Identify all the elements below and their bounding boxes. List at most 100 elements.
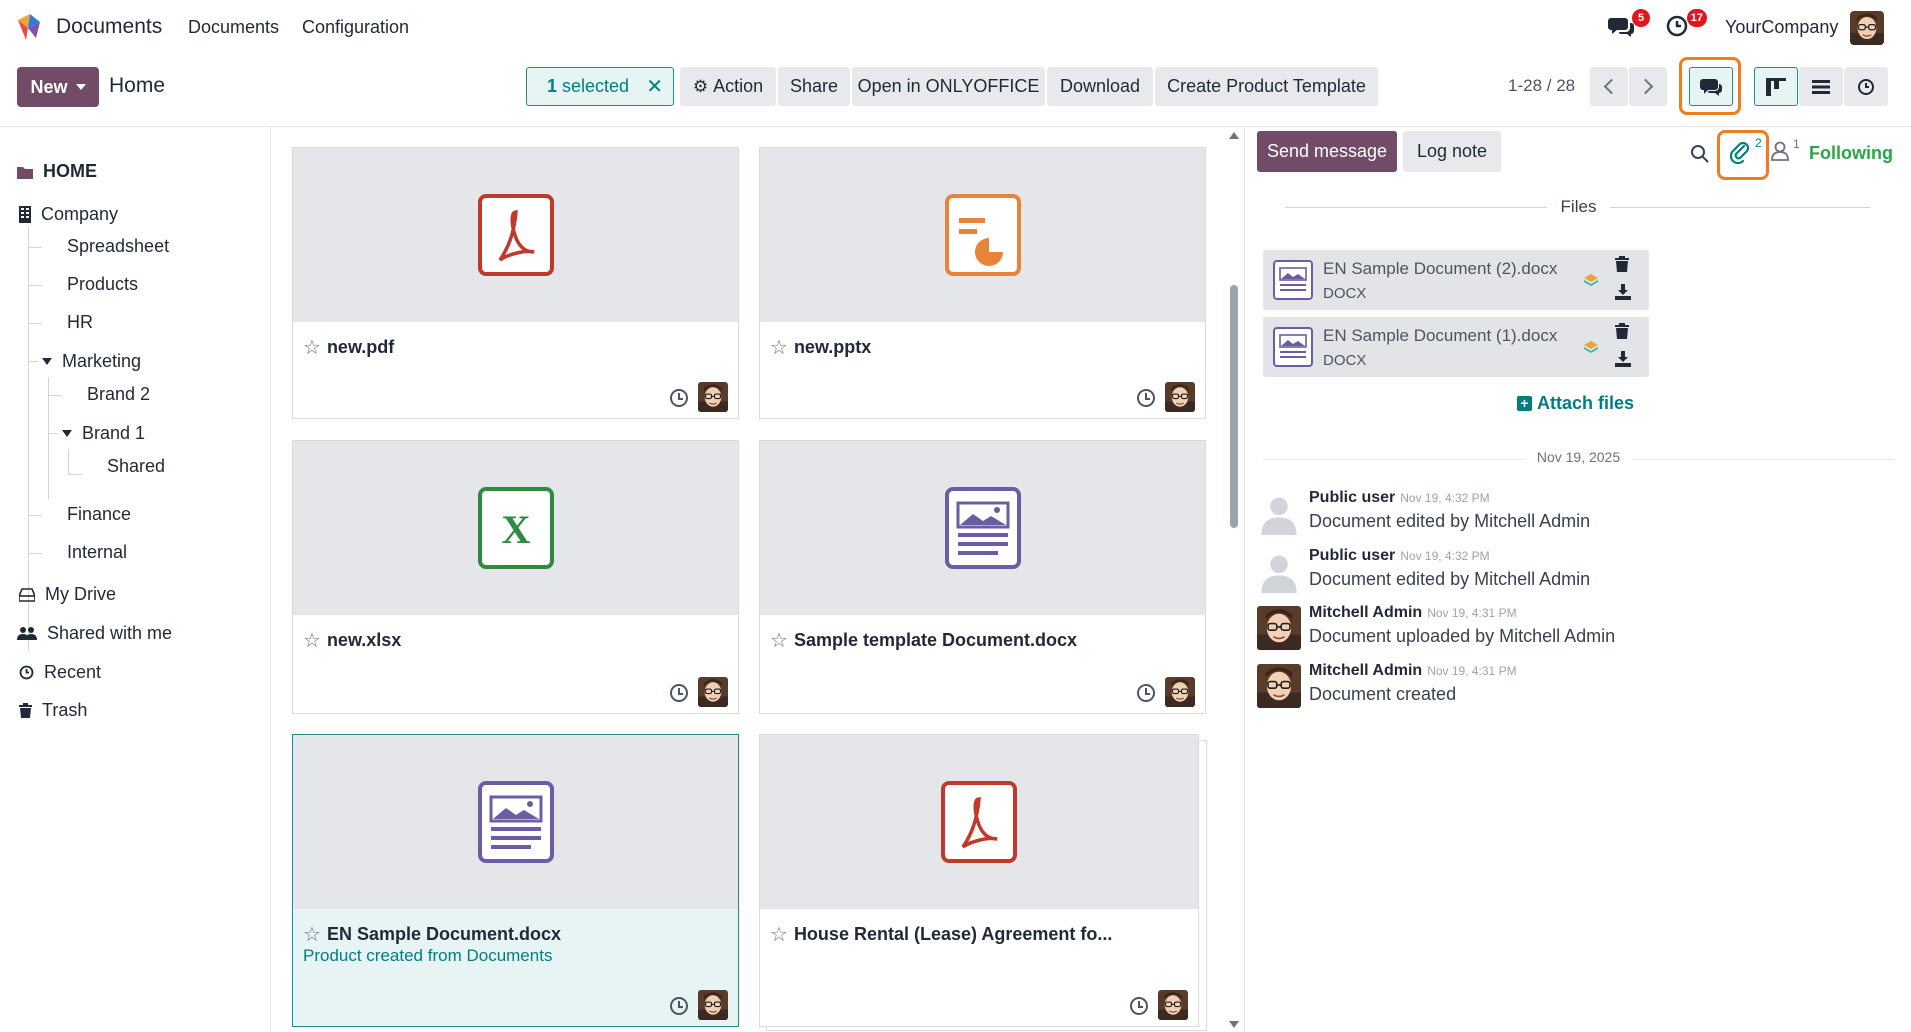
activity-view-button[interactable] bbox=[1844, 67, 1888, 106]
sidebar-item-brand2[interactable]: Brand 2 bbox=[87, 384, 150, 405]
app-name[interactable]: Documents bbox=[56, 15, 162, 39]
activity-clock-icon[interactable] bbox=[1137, 389, 1155, 407]
pager-next-button[interactable] bbox=[1629, 67, 1667, 106]
sidebar-item-brand1[interactable]: Brand 1 bbox=[62, 423, 145, 444]
open-onlyoffice-button[interactable]: Open in ONLYOFFICE bbox=[852, 67, 1045, 106]
document-name[interactable]: ☆ House Rental (Lease) Agreement fo... bbox=[770, 922, 1112, 947]
document-name[interactable]: ☆ Sample template Document.docx bbox=[770, 628, 1077, 653]
attach-files-button[interactable]: + Attach files bbox=[1517, 393, 1634, 414]
sidebar-item-finance[interactable]: Finance bbox=[67, 504, 131, 525]
attachment-card[interactable]: EN Sample Document (1).docx DOCX bbox=[1263, 317, 1649, 377]
following-button[interactable]: Following bbox=[1809, 143, 1893, 164]
caret-down-icon[interactable] bbox=[42, 358, 52, 365]
pdf-file-icon bbox=[941, 781, 1017, 863]
create-product-template-button[interactable]: Create Product Template bbox=[1155, 67, 1378, 106]
search-icon[interactable] bbox=[1690, 144, 1710, 164]
grid-scrollbar[interactable] bbox=[1227, 130, 1241, 1032]
trash-icon[interactable] bbox=[1615, 256, 1629, 272]
document-name-text: new.pptx bbox=[793, 337, 872, 357]
star-icon[interactable]: ☆ bbox=[303, 628, 321, 653]
star-icon[interactable]: ☆ bbox=[770, 922, 788, 947]
document-name[interactable]: ☆ new.xlsx bbox=[303, 628, 401, 653]
sidebar-item-trash[interactable]: Trash bbox=[19, 700, 87, 721]
message-author[interactable]: Public user bbox=[1309, 489, 1395, 506]
pager-value[interactable]: 1-28 / 28 bbox=[1508, 76, 1575, 96]
sidebar-item-marketing[interactable]: Marketing bbox=[42, 351, 141, 372]
sidebar-item-recent[interactable]: Recent bbox=[19, 662, 101, 683]
followers-count: 1 bbox=[1793, 137, 1800, 151]
star-icon[interactable]: ☆ bbox=[303, 922, 321, 947]
trash-icon[interactable] bbox=[1615, 323, 1629, 339]
share-button[interactable]: Share bbox=[778, 67, 850, 106]
download-button[interactable]: Download bbox=[1047, 67, 1153, 106]
document-name[interactable]: ☆ new.pptx bbox=[770, 335, 871, 360]
activity-clock-icon[interactable] bbox=[1137, 684, 1155, 702]
sidebar-item-shared-with-me[interactable]: Shared with me bbox=[17, 623, 172, 644]
sidebar-item-home[interactable]: HOME bbox=[17, 161, 97, 182]
messages-button[interactable]: 5 bbox=[1608, 9, 1650, 42]
list-view-button[interactable] bbox=[1799, 67, 1843, 106]
document-name[interactable]: ☆ EN Sample Document.docx bbox=[303, 922, 561, 947]
clear-selection-icon[interactable]: ✕ bbox=[646, 74, 663, 99]
followers-button[interactable]: 1 bbox=[1771, 137, 1803, 167]
files-heading-text: Files bbox=[1546, 197, 1611, 216]
attachment-card[interactable]: EN Sample Document (2).docx DOCX bbox=[1263, 250, 1649, 310]
document-card[interactable]: ☆ new.pdf bbox=[292, 147, 739, 419]
send-message-button[interactable]: Send message bbox=[1257, 131, 1397, 172]
plus-square-icon: + bbox=[1517, 396, 1532, 411]
sidebar-item-my-drive[interactable]: My Drive bbox=[19, 584, 116, 605]
activity-clock-icon[interactable] bbox=[670, 997, 688, 1015]
user-avatar[interactable] bbox=[1850, 11, 1884, 45]
scroll-down-icon[interactable] bbox=[1229, 1021, 1239, 1028]
scrollbar-thumb[interactable] bbox=[1230, 285, 1238, 528]
menu-configuration[interactable]: Configuration bbox=[302, 17, 409, 38]
document-card[interactable]: ☆ new.pptx bbox=[759, 147, 1206, 419]
new-button[interactable]: New bbox=[17, 67, 99, 107]
caret-down-icon[interactable] bbox=[62, 430, 72, 437]
message-author[interactable]: Mitchell Admin bbox=[1309, 604, 1422, 621]
star-icon[interactable]: ☆ bbox=[303, 335, 321, 360]
activities-button[interactable]: 17 bbox=[1665, 9, 1707, 42]
document-card[interactable]: ☆ House Rental (Lease) Agreement fo... bbox=[759, 734, 1199, 1027]
avatar[interactable] bbox=[1257, 664, 1301, 708]
star-icon[interactable]: ☆ bbox=[770, 628, 788, 653]
layers-icon[interactable] bbox=[1583, 339, 1599, 355]
star-icon[interactable]: ☆ bbox=[770, 335, 788, 360]
sidebar-item-products[interactable]: Products bbox=[67, 274, 138, 295]
sidebar-item-spreadsheet[interactable]: Spreadsheet bbox=[67, 236, 169, 257]
pager-previous-button[interactable] bbox=[1590, 67, 1628, 106]
activity-clock-icon[interactable] bbox=[670, 389, 688, 407]
avatar[interactable] bbox=[1257, 549, 1301, 593]
download-icon[interactable] bbox=[1615, 284, 1631, 300]
download-icon[interactable] bbox=[1615, 351, 1631, 367]
attachment-type: DOCX bbox=[1323, 285, 1367, 302]
document-name[interactable]: ☆ new.pdf bbox=[303, 335, 394, 360]
company-switcher[interactable]: YourCompany bbox=[1725, 17, 1838, 38]
menu-documents[interactable]: Documents bbox=[188, 17, 279, 38]
attachment-name: EN Sample Document (2).docx bbox=[1323, 259, 1558, 278]
action-button[interactable]: ⚙ Action bbox=[680, 67, 776, 106]
sidebar-item-company[interactable]: Company bbox=[19, 204, 118, 225]
sidebar-item-shared[interactable]: Shared bbox=[107, 456, 165, 477]
layers-icon[interactable] bbox=[1583, 272, 1599, 288]
avatar[interactable] bbox=[1257, 491, 1301, 535]
document-card[interactable]: ☆ Sample template Document.docx bbox=[759, 440, 1206, 714]
documents-app-logo[interactable] bbox=[14, 12, 44, 42]
message-author[interactable]: Mitchell Admin bbox=[1309, 662, 1422, 679]
document-card[interactable]: X ☆ new.xlsx bbox=[292, 440, 739, 714]
activity-clock-icon[interactable] bbox=[670, 684, 688, 702]
scroll-up-icon[interactable] bbox=[1229, 132, 1239, 139]
message-body: Document uploaded by Mitchell Admin bbox=[1309, 626, 1616, 646]
sidebar-item-internal[interactable]: Internal bbox=[67, 542, 127, 563]
breadcrumb: Home bbox=[109, 74, 166, 97]
tree-line bbox=[28, 361, 38, 362]
date-separator-text: Nov 19, 2025 bbox=[1524, 449, 1633, 465]
kanban-view-button[interactable] bbox=[1754, 67, 1798, 106]
avatar[interactable] bbox=[1257, 606, 1301, 650]
document-card-selected[interactable]: ☆ EN Sample Document.docx Product created… bbox=[292, 734, 739, 1027]
message-author[interactable]: Public user bbox=[1309, 547, 1395, 564]
sidebar-item-hr[interactable]: HR bbox=[67, 312, 93, 333]
tree-line bbox=[28, 285, 42, 286]
activity-clock-icon[interactable] bbox=[1130, 997, 1148, 1015]
log-note-button[interactable]: Log note bbox=[1403, 131, 1501, 172]
